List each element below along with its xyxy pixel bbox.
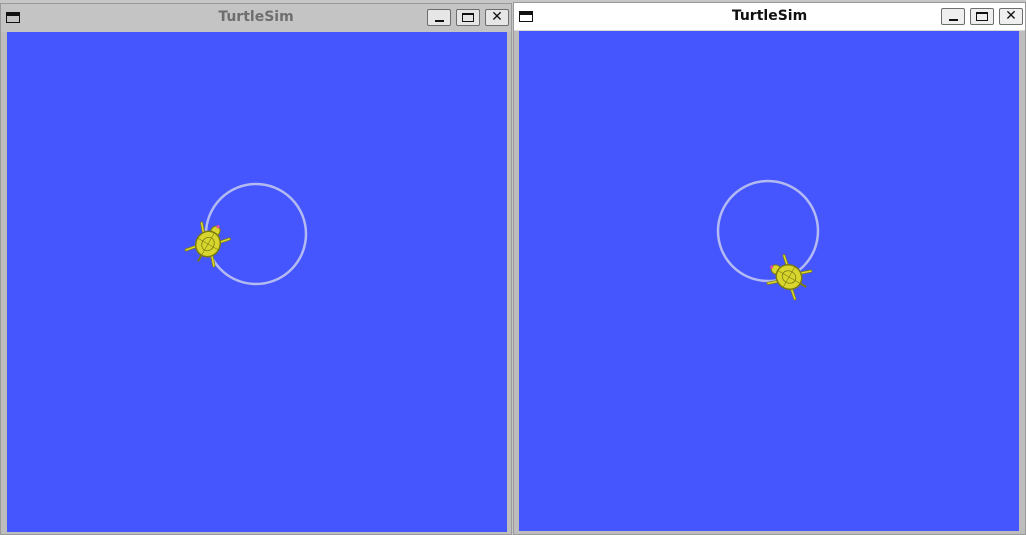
minimize-button[interactable] — [941, 8, 965, 25]
title-bar[interactable]: TurtleSim ✕ — [1, 4, 511, 32]
maximize-icon — [976, 12, 988, 21]
close-icon: ✕ — [491, 9, 503, 25]
close-button[interactable]: ✕ — [485, 9, 509, 26]
maximize-button[interactable] — [456, 9, 480, 26]
maximize-button[interactable] — [970, 8, 994, 25]
turtlesim-window-left[interactable]: TurtleSim ✕ — [0, 3, 512, 535]
turtle-canvas — [519, 31, 1019, 531]
close-button[interactable]: ✕ — [999, 8, 1023, 25]
turtle-canvas — [7, 32, 507, 532]
minimize-icon — [949, 19, 958, 21]
turtlesim-window-right[interactable]: TurtleSim ✕ — [513, 2, 1026, 535]
canvas-background — [7, 32, 507, 532]
minimize-icon — [435, 20, 444, 22]
title-bar[interactable]: TurtleSim ✕ — [514, 3, 1025, 31]
minimize-button[interactable] — [427, 9, 451, 26]
close-icon: ✕ — [1005, 8, 1017, 24]
maximize-icon — [462, 13, 474, 22]
